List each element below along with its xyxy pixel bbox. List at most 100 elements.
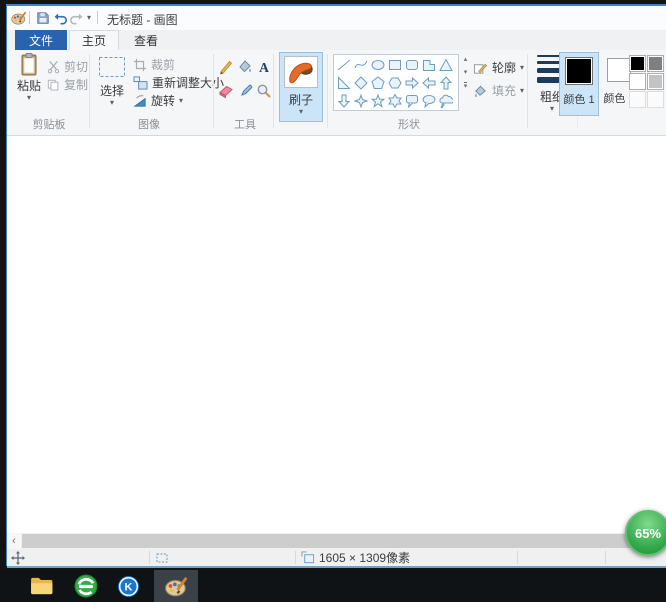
qat-customize-button[interactable]: ▾	[84, 9, 94, 26]
undo-button[interactable]	[52, 9, 69, 26]
resize-button[interactable]: 重新调整大小	[133, 74, 224, 91]
eraser-tool-button[interactable]	[217, 80, 234, 102]
select-label: 选择	[100, 82, 124, 99]
chevron-down-icon: ▾	[520, 87, 524, 95]
shape-curve-icon[interactable]	[352, 56, 369, 74]
shapes-gallery	[333, 54, 459, 111]
shape-polygon-icon[interactable]	[420, 56, 437, 74]
gallery-up-button[interactable]: ▴	[464, 56, 468, 63]
shape-star-5-icon[interactable]	[369, 92, 386, 110]
redo-button[interactable]	[68, 9, 85, 26]
chevron-down-icon: ▾	[179, 97, 183, 105]
rotate-icon	[133, 94, 147, 108]
color-picker-tool-button[interactable]	[236, 80, 253, 102]
palette-color-gray-25[interactable]	[647, 73, 664, 90]
shape-star-6-icon[interactable]	[386, 92, 403, 110]
titlebar: ▾ 无标题 - 画图	[7, 6, 666, 30]
canvas-size-indicator: 1605 × 1309像素	[301, 550, 410, 565]
taskbar-k-app-button[interactable]: K	[110, 570, 146, 602]
shape-callout-oval-icon[interactable]	[420, 92, 437, 110]
shape-rounded-rectangle-icon[interactable]	[403, 56, 420, 74]
chevron-down-icon: ▾	[299, 108, 303, 116]
shape-arrow-right-icon[interactable]	[403, 74, 420, 92]
chevron-down-icon: ▾	[550, 105, 554, 113]
zoom-level-badge[interactable]: 65%	[625, 510, 666, 556]
taskbar-file-explorer-button[interactable]	[24, 570, 60, 602]
outline-button[interactable]: 轮廓 ▾	[473, 59, 524, 76]
shape-ellipse-icon[interactable]	[369, 56, 386, 74]
paint-app-icon	[164, 574, 189, 598]
text-tool-button[interactable]: A	[255, 56, 272, 78]
shape-callout-cloud-icon[interactable]	[437, 92, 454, 110]
pencil-tool-button[interactable]	[217, 56, 234, 78]
shape-hexagon-icon[interactable]	[386, 74, 403, 92]
status-separator	[149, 551, 150, 564]
tools-group-label: 工具	[219, 116, 271, 132]
magnifier-tool-button[interactable]	[255, 80, 272, 102]
scroll-left-icon: ‹	[12, 535, 16, 547]
palette-color-black[interactable]	[629, 55, 646, 72]
shape-star-4-icon[interactable]	[352, 92, 369, 110]
shape-pentagon-icon[interactable]	[369, 74, 386, 92]
ribbon: 粘贴 ▾ 剪切 复制 剪贴板 选择 ▾ 裁剪	[7, 50, 666, 136]
color1-button[interactable]: 颜色 1	[559, 52, 599, 116]
shape-line-icon[interactable]	[335, 56, 352, 74]
shape-arrow-down-icon[interactable]	[335, 92, 352, 110]
shapes-group-label: 形状	[385, 116, 433, 132]
palette-color-empty[interactable]	[647, 91, 664, 108]
fill-tool-tool-button[interactable]	[236, 56, 253, 78]
copy-button[interactable]: 复制	[47, 76, 88, 93]
scroll-left-button[interactable]: ‹	[7, 533, 21, 549]
ribbon-tabs: 文件 主页 查看	[7, 30, 666, 50]
status-separator	[605, 551, 606, 564]
tab-file[interactable]: 文件	[15, 30, 67, 50]
brushes-label: 刷子	[289, 91, 313, 108]
tab-home[interactable]: 主页	[69, 30, 119, 50]
status-separator	[295, 551, 296, 564]
shape-right-triangle-icon[interactable]	[335, 74, 352, 92]
outline-label: 轮廓	[492, 59, 516, 76]
image-group-label: 图像	[125, 116, 173, 132]
palette-color-empty[interactable]	[629, 91, 646, 108]
crop-button[interactable]: 裁剪	[133, 56, 175, 73]
crop-icon	[133, 58, 147, 72]
canvas-size-icon	[301, 551, 315, 565]
palette-color-white[interactable]	[629, 73, 646, 90]
group-separator	[89, 54, 90, 128]
cut-button[interactable]: 剪切	[47, 58, 88, 75]
gallery-overflow-button[interactable]: ▾	[464, 82, 468, 90]
chevron-down-icon: ▾	[27, 94, 31, 102]
select-rectangle-icon	[98, 56, 126, 78]
shape-fill-label: 填充	[492, 82, 516, 99]
select-button[interactable]: 选择 ▾	[95, 56, 129, 107]
rotate-button[interactable]: 旋转 ▾	[133, 92, 183, 109]
shape-arrow-left-icon[interactable]	[420, 74, 437, 92]
brushes-button[interactable]: 刷子 ▾	[279, 52, 323, 122]
chevron-down-icon: ▾	[87, 14, 91, 22]
save-button[interactable]	[34, 9, 51, 26]
taskbar-browser-button[interactable]	[68, 570, 104, 602]
drawing-canvas[interactable]	[7, 136, 666, 533]
taskbar-paint-button[interactable]	[154, 570, 198, 602]
group-separator	[213, 54, 214, 128]
shape-callout-rounded-icon[interactable]	[403, 92, 420, 110]
paste-button[interactable]: 粘贴 ▾	[13, 52, 45, 102]
svg-text:A: A	[259, 60, 269, 75]
paste-label: 粘贴	[17, 77, 41, 94]
shape-triangle-icon[interactable]	[437, 56, 454, 74]
cursor-position-icon	[11, 551, 25, 565]
horizontal-scrollbar[interactable]: ‹	[7, 533, 666, 549]
scissors-icon	[47, 60, 60, 74]
group-separator	[273, 54, 274, 128]
tab-view[interactable]: 查看	[121, 30, 171, 50]
shape-arrow-up-icon[interactable]	[437, 74, 454, 92]
window-bottom-border	[7, 566, 666, 568]
gallery-down-button[interactable]: ▾	[464, 69, 468, 76]
shape-fill-button[interactable]: 填充 ▾	[473, 82, 524, 99]
clipboard-group-label: 剪贴板	[21, 116, 77, 132]
palette-color-gray-50[interactable]	[647, 55, 664, 72]
horizontal-scrollbar-thumb[interactable]	[22, 534, 637, 548]
shape-rectangle-icon[interactable]	[386, 56, 403, 74]
color1-label: 颜色 1	[563, 91, 594, 107]
shape-diamond-icon[interactable]	[352, 74, 369, 92]
